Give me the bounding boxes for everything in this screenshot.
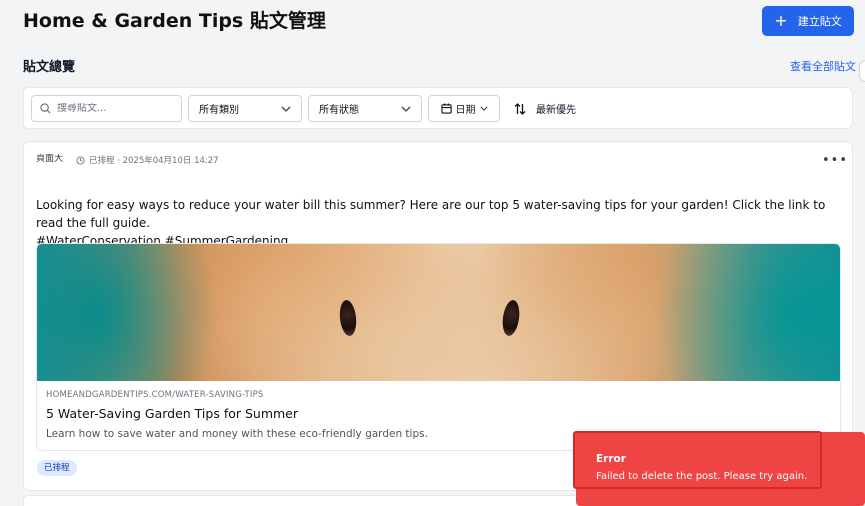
- plus-icon: +: [774, 11, 788, 30]
- link-title: 5 Water-Saving Garden Tips for Summer: [46, 406, 299, 421]
- page-title: Home & Garden Tips 貼文管理: [23, 10, 326, 32]
- post-text-line: Looking for easy ways to reduce your wat…: [36, 198, 826, 230]
- post-schedule-text: 已排程 · 2025年04月10日 14:27: [89, 156, 219, 166]
- filter-bar: 所有類別 所有狀態 日期 最新優先: [23, 87, 853, 129]
- status-filter-value: 所有狀態: [319, 105, 359, 116]
- status-badge: 已排程: [37, 460, 77, 476]
- link-description: Learn how to save water and money with t…: [46, 428, 428, 440]
- create-post-label: 建立貼文: [797, 15, 842, 28]
- toast-title: Error: [596, 453, 626, 465]
- page-header: Home & Garden Tips 貼文管理 + 建立貼文: [23, 6, 855, 38]
- date-filter-label: 日期: [455, 105, 476, 116]
- create-post-button[interactable]: + 建立貼文: [762, 6, 854, 36]
- search-box: [31, 95, 182, 122]
- sort-button[interactable]: 最新優先: [514, 95, 576, 122]
- type-filter-select[interactable]: 所有類別: [188, 95, 302, 122]
- date-filter-button[interactable]: 日期: [428, 95, 500, 122]
- post-text: Looking for easy ways to reduce your wat…: [36, 196, 844, 250]
- chevron-down-icon: [281, 106, 291, 112]
- post-meta: 已排程 · 2025年04月10日 14:27: [76, 154, 219, 166]
- scroll-handle[interactable]: [859, 60, 865, 82]
- link-preview-image: [37, 244, 840, 381]
- page-avatar: 頁面大: [36, 154, 64, 164]
- sort-arrows-icon: [514, 102, 526, 115]
- eye-right: [500, 299, 522, 337]
- more-options-icon[interactable]: •••: [822, 154, 848, 167]
- link-preview-card[interactable]: HOMEANDGARDENTIPS.COM/WATER-SAVING-TIPS …: [36, 243, 841, 451]
- sort-label: 最新優先: [536, 105, 576, 116]
- toast-message: Failed to delete the post. Please try ag…: [596, 471, 808, 482]
- chevron-down-icon: [479, 106, 488, 111]
- search-input[interactable]: [57, 103, 167, 114]
- search-icon: [40, 103, 51, 114]
- status-filter-select[interactable]: 所有狀態: [308, 95, 422, 122]
- clock-icon: [76, 155, 85, 165]
- view-all-posts-link[interactable]: 查看全部貼文: [790, 58, 856, 74]
- eye-left: [338, 299, 358, 337]
- overview-title: 貼文總覽: [23, 60, 76, 75]
- chevron-down-icon: [401, 106, 411, 112]
- type-filter-value: 所有類別: [199, 105, 239, 116]
- calendar-icon: [440, 103, 452, 114]
- error-toast[interactable]: Error Failed to delete the post. Please …: [573, 431, 822, 489]
- link-domain: HOMEANDGARDENTIPS.COM/WATER-SAVING-TIPS: [46, 390, 264, 400]
